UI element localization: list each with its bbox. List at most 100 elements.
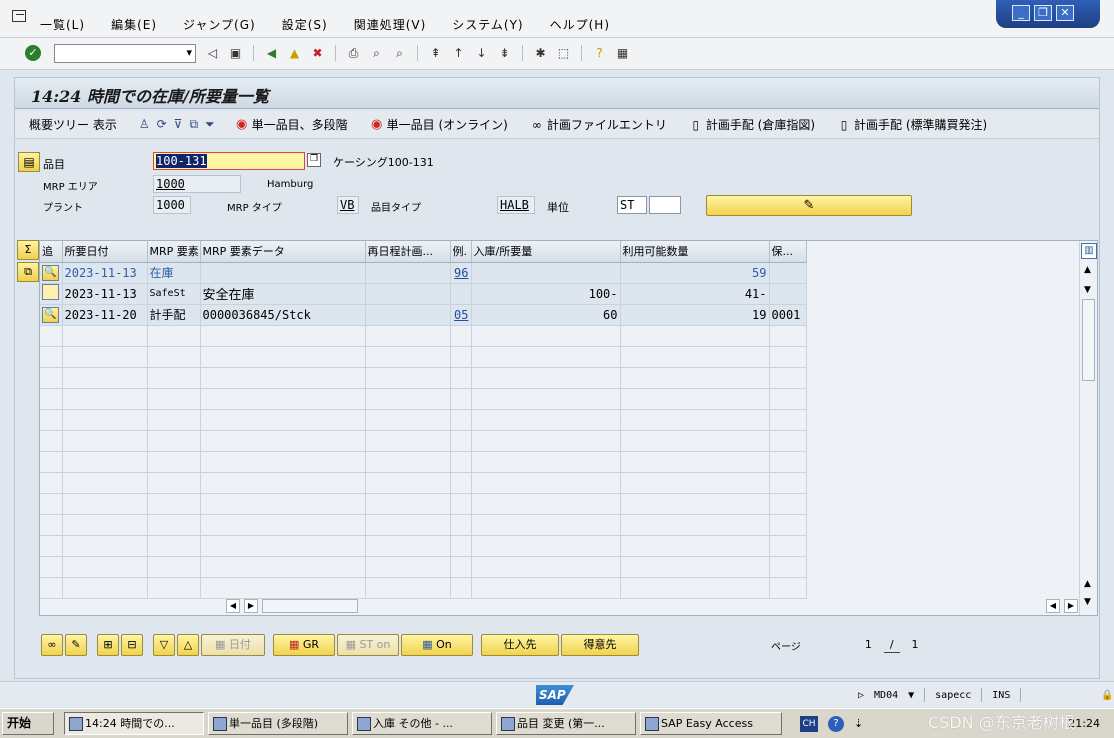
scroll-thumb[interactable]: [1082, 299, 1095, 381]
expand-icon[interactable]: ⧉: [17, 262, 39, 282]
menu-edit[interactable]: 編集(E): [111, 16, 157, 33]
plan-order-warehouse-button[interactable]: ▯ 計画手配 (倉庫指図): [689, 116, 816, 133]
menu-help[interactable]: ヘルプ(H): [550, 16, 610, 33]
edit-button[interactable]: ✎: [706, 195, 912, 216]
task-sap-easy-access[interactable]: SAP Easy Access: [640, 712, 782, 735]
triangle-left-icon[interactable]: ◁: [204, 45, 221, 61]
col-header[interactable]: MRP 要素: [147, 241, 201, 263]
user-icon[interactable]: ♙: [139, 117, 150, 132]
gr-button[interactable]: ▦ GR: [273, 634, 335, 656]
close-icon[interactable]: ✕: [1056, 5, 1074, 21]
col-header[interactable]: MRP 要素データ: [200, 241, 366, 263]
date-button[interactable]: ▦ 日付: [201, 634, 265, 656]
glasses-button[interactable]: ∞: [41, 634, 63, 656]
col-header[interactable]: 利用可能数量: [620, 241, 770, 263]
material-search-icon[interactable]: ❐: [307, 153, 321, 167]
scroll-down-icon[interactable]: ▼: [1084, 597, 1091, 607]
scroll-left-icon[interactable]: ◀: [226, 599, 240, 613]
col-header[interactable]: 追: [40, 241, 63, 263]
scroll-left-icon[interactable]: ◀: [1046, 599, 1060, 613]
sort-up-button[interactable]: △: [177, 634, 199, 656]
shortcut-icon[interactable]: ⬚: [555, 45, 572, 61]
scroll-thumb[interactable]: [262, 599, 358, 613]
command-field[interactable]: [54, 44, 196, 63]
find-next-icon[interactable]: ⌕: [391, 45, 408, 61]
plan-order-standard-button[interactable]: ▯ 計画手配 (標準購買発注): [837, 116, 988, 133]
enter-check-icon[interactable]: ✓: [25, 45, 41, 61]
layout-icon[interactable]: ▦: [614, 45, 631, 61]
scroll-right-icon[interactable]: ▶: [1064, 599, 1078, 613]
table-row[interactable]: 2023-11-13 SafeSt 安全在庫 100- 41-: [40, 283, 807, 305]
horizontal-scrollbar-right[interactable]: ◀ ▶: [1046, 599, 1080, 613]
menu-list[interactable]: 一覧(L): [40, 16, 85, 33]
detail-icon[interactable]: 🔍: [42, 265, 59, 281]
overview-tree-button[interactable]: 概要ツリー 表示: [29, 116, 117, 133]
first-page-icon[interactable]: ⇞: [427, 45, 444, 61]
menu-system[interactable]: システム(Y): [452, 16, 523, 33]
menu-goto[interactable]: ジャンプ(G): [183, 16, 256, 33]
task-single-item[interactable]: 単一品目 (多段階): [208, 712, 348, 735]
col-header[interactable]: 例.: [450, 241, 472, 263]
expand-all-button[interactable]: ⊞: [97, 634, 119, 656]
copy-icon[interactable]: ⧉: [189, 117, 198, 132]
start-button[interactable]: 开始: [2, 712, 54, 735]
task-mrp-list[interactable]: 14:24 時間での...: [64, 712, 204, 735]
help-icon[interactable]: ?: [828, 715, 844, 732]
scroll-up-icon[interactable]: ▲: [1084, 265, 1091, 275]
maximize-icon[interactable]: ❐: [1034, 5, 1052, 21]
material-input[interactable]: 100-131: [153, 152, 305, 170]
menu-settings[interactable]: 設定(S): [282, 16, 328, 33]
funnel-icon[interactable]: ⏷: [205, 117, 215, 132]
next-page-icon[interactable]: ↓: [473, 45, 490, 61]
col-header[interactable]: 入庫/所要量: [471, 241, 621, 263]
sap-menu-icon[interactable]: [12, 10, 26, 22]
col-header[interactable]: 保...: [769, 241, 807, 263]
last-page-icon[interactable]: ⇟: [496, 45, 513, 61]
scroll-up-icon[interactable]: ▲: [1084, 579, 1091, 589]
scroll-right-icon[interactable]: ▶: [244, 599, 258, 613]
language-indicator[interactable]: CH: [800, 715, 818, 732]
detail-icon[interactable]: 🔍: [42, 307, 59, 323]
filter-icon[interactable]: ⊽: [174, 117, 183, 132]
scroll-down-icon[interactable]: ▼: [1084, 285, 1091, 295]
st-on-button[interactable]: ▦ ST on: [337, 634, 399, 656]
table-row[interactable]: 🔍 2023-11-20 計手配 0000036845/Stck 05 60 1…: [40, 304, 807, 326]
collapse-all-button[interactable]: ⊟: [121, 634, 143, 656]
dropdown-icon[interactable]: ▼: [908, 690, 914, 701]
tray-arrow-icon[interactable]: ⇣: [854, 717, 863, 730]
exception-link[interactable]: 05: [450, 304, 472, 326]
header-toggle-icon[interactable]: ▤: [18, 152, 40, 172]
task-material-change[interactable]: 品目 変更 (第一...: [496, 712, 636, 735]
column-config-icon[interactable]: ▥: [1081, 243, 1097, 259]
print-icon[interactable]: ⎙: [345, 45, 362, 61]
vendor-button[interactable]: 仕入先: [481, 634, 559, 656]
find-icon[interactable]: ⌕: [368, 45, 385, 61]
exit-icon[interactable]: ▲: [286, 45, 303, 61]
sort-down-button[interactable]: ▽: [153, 634, 175, 656]
vertical-scrollbar[interactable]: ▥ ▲ ▼ ▲ ▼: [1079, 241, 1097, 615]
play-icon[interactable]: ▷: [858, 690, 864, 701]
task-goods-receipt[interactable]: 入庫 その他 - ...: [352, 712, 492, 735]
on-button[interactable]: ▦ On: [401, 634, 473, 656]
table-row[interactable]: 🔍 2023-11-13 在庫 96 59: [40, 262, 807, 284]
prev-page-icon[interactable]: ↑: [450, 45, 467, 61]
save-icon[interactable]: ▣: [227, 45, 244, 61]
col-header[interactable]: 再日程計画...: [365, 241, 451, 263]
single-item-multilevel-button[interactable]: ◉ 単一品目、多段階: [235, 116, 348, 133]
new-session-icon[interactable]: ✱: [532, 45, 549, 61]
exception-link[interactable]: 96: [450, 262, 472, 284]
planning-file-entry-button[interactable]: ∞ 計画ファイルエントリ: [530, 116, 667, 133]
minimize-icon[interactable]: _: [1012, 5, 1030, 21]
col-header[interactable]: 所要日付: [62, 241, 148, 263]
menu-environment[interactable]: 関連処理(V): [354, 16, 427, 33]
single-item-online-button[interactable]: ◉ 単一品目 (オンライン): [370, 116, 508, 133]
back-icon[interactable]: ◀: [263, 45, 280, 61]
horizontal-scrollbar[interactable]: ◀ ▶: [226, 599, 364, 613]
cancel-icon[interactable]: ✖: [309, 45, 326, 61]
help-icon[interactable]: ?: [591, 45, 608, 61]
customer-button[interactable]: 得意先: [561, 634, 639, 656]
pencil-button[interactable]: ✎: [65, 634, 87, 656]
sum-icon[interactable]: Σ: [17, 240, 39, 260]
refresh-icon[interactable]: ⟳: [157, 117, 167, 132]
lock-icon[interactable]: 🔒: [1101, 690, 1113, 701]
